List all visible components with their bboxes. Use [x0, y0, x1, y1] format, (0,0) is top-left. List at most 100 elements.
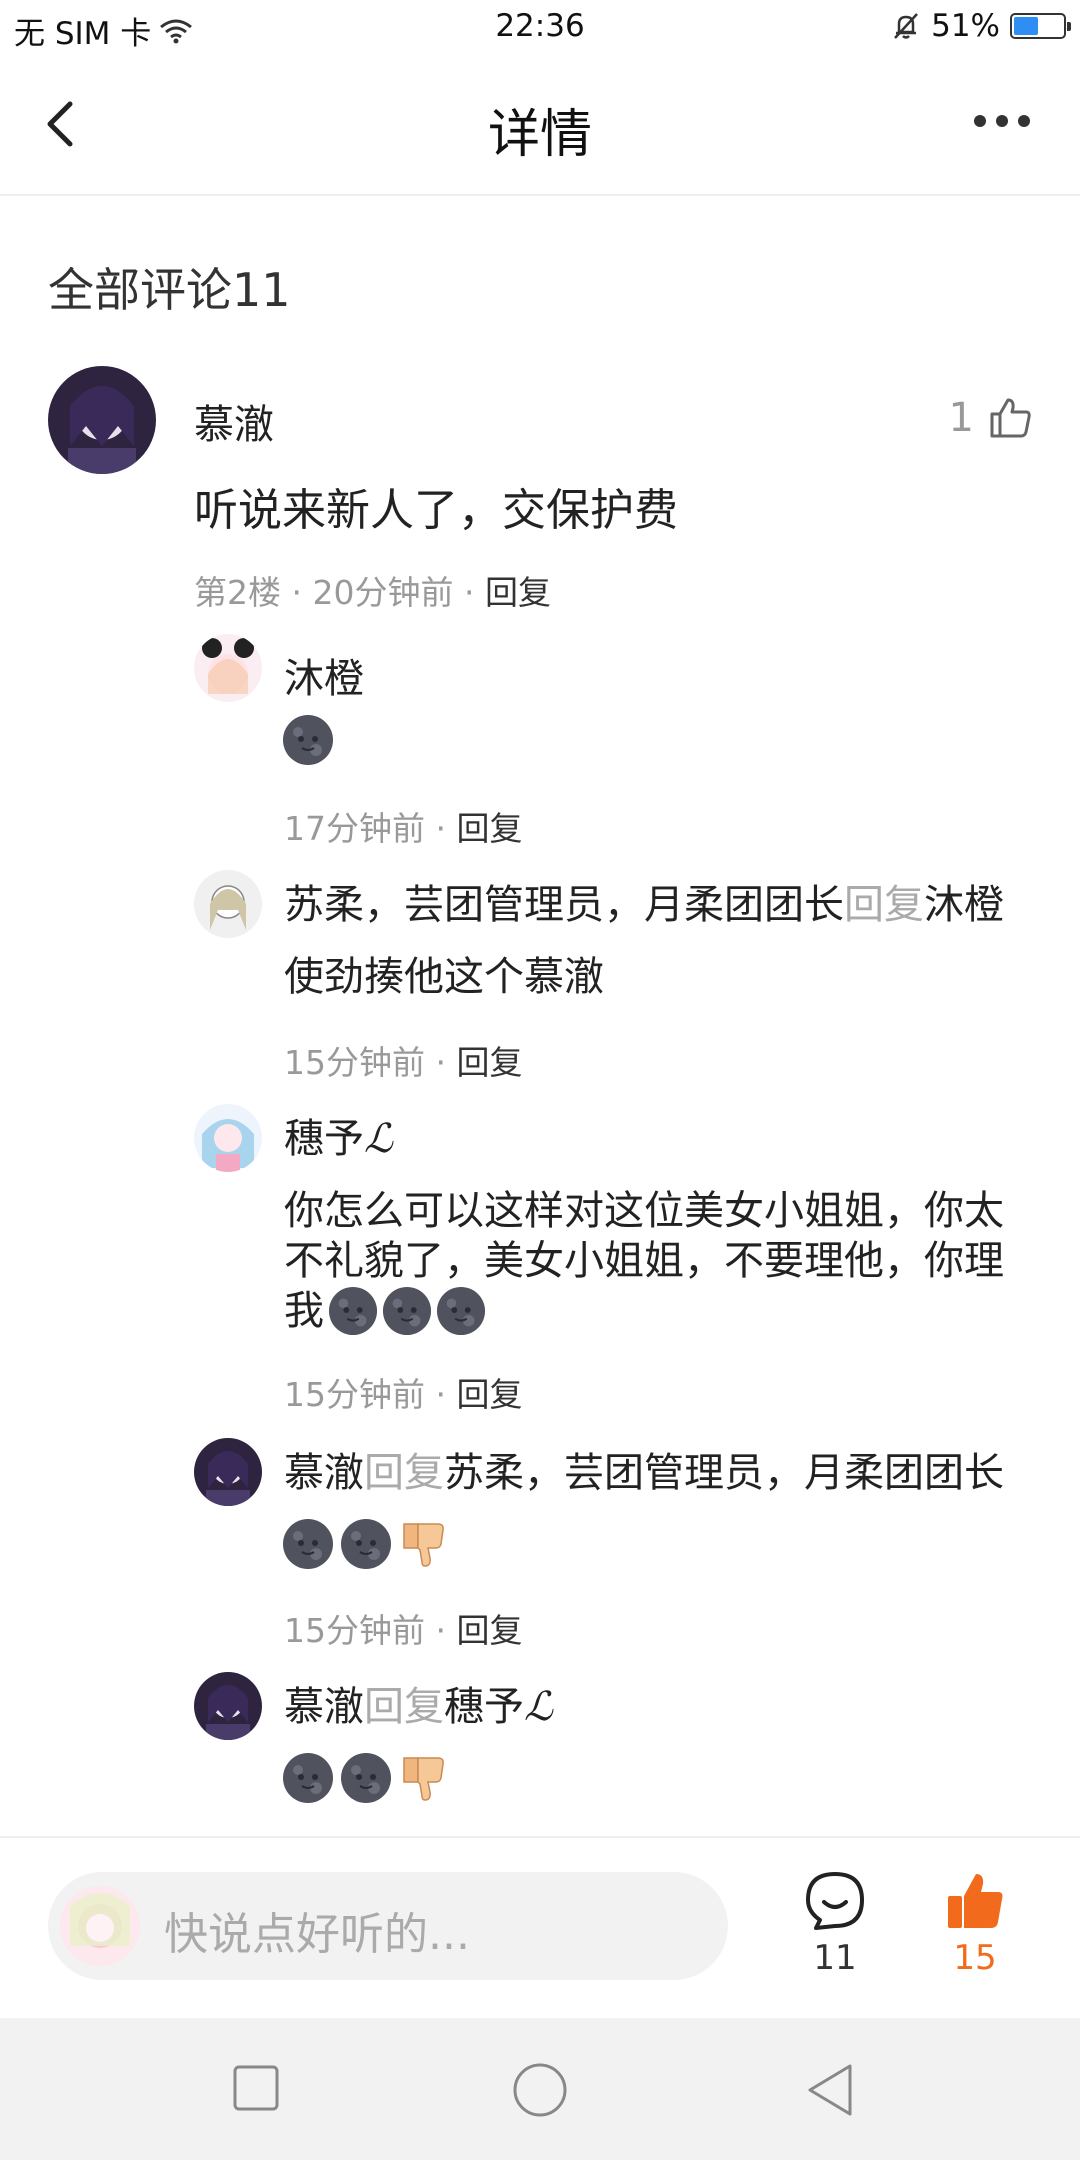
separator: · [435, 1043, 457, 1082]
avatar-image [194, 634, 262, 702]
input-placeholder: 快说点好听的... [164, 1909, 470, 1960]
thumb-up-icon[interactable] [986, 394, 1034, 442]
reply-target[interactable]: 穗予 [444, 1684, 524, 1730]
reply-username[interactable]: 慕澈 [284, 1684, 364, 1730]
moon-emoji [341, 1753, 391, 1803]
reply-text-line: 你怎么可以这样对这位美女小姐姐，你太 [284, 1188, 1004, 1234]
avatar-image [48, 366, 156, 474]
more-dot [974, 115, 986, 127]
battery-fill [1014, 17, 1039, 35]
reply-word: 回复 [364, 1450, 444, 1496]
comment-text: 听说来新人了，交保护费 [194, 485, 678, 536]
avatar[interactable] [48, 366, 156, 474]
home-icon[interactable] [512, 2062, 568, 2118]
reply-text-line: 我 [284, 1288, 324, 1334]
reply-time: 15分钟前 [284, 1375, 425, 1414]
thumb-down-emoji [403, 1523, 444, 1567]
reply-username[interactable]: 沐橙 [284, 646, 364, 704]
comment-floor: 第2楼 [194, 573, 281, 612]
reply-header: 慕澈回复苏柔，芸团管理员，月柔团团长 [284, 1448, 1080, 1498]
emoji-row [282, 1518, 450, 1570]
bottom-divider [0, 1836, 1080, 1838]
battery-icon [1010, 13, 1071, 39]
avatar-image [194, 1438, 262, 1506]
moon-emoji [283, 715, 333, 765]
reply-text-line: 不礼貌了，美女小姐姐，不要理他，你理 [284, 1238, 1004, 1284]
reply-meta: 15分钟前 · 回复 [284, 1368, 522, 1416]
reply-time: 15分钟前 [284, 1611, 425, 1650]
reply-time: 17分钟前 [284, 809, 425, 848]
like-count: 15 [953, 1938, 997, 1978]
reply-text: 使劲揍他这个慕澈 [284, 954, 604, 1000]
nav-bar: 详情 [0, 58, 1080, 196]
status-bar: 无 SIM 卡 22:36 51% [0, 0, 1080, 58]
reply-meta: 15分钟前 · 回复 [284, 1604, 522, 1652]
reply-username[interactable]: 苏柔，芸团管理员，月柔团团长 [284, 882, 844, 928]
comment-input[interactable]: 快说点好听的... [48, 1872, 728, 1980]
avatar-image [194, 870, 262, 938]
separator: · [463, 573, 485, 612]
reply-button[interactable]: 回复 [456, 809, 522, 848]
avatar[interactable] [194, 634, 262, 702]
comment-username[interactable]: 慕澈 [194, 392, 274, 450]
reply-word: 回复 [364, 1684, 444, 1730]
comment-count: 11 [813, 1938, 857, 1978]
battery-percent: 51% [931, 8, 1000, 44]
avatar[interactable] [194, 870, 262, 938]
separator: · [435, 1375, 457, 1414]
like-count: 1 [948, 395, 974, 441]
reply-word: 回复 [844, 882, 924, 928]
reply-button[interactable]: 回复 [485, 573, 551, 612]
separator: · [435, 809, 457, 848]
avatar[interactable] [194, 1438, 262, 1506]
reply-username[interactable]: 慕澈 [284, 1450, 364, 1496]
separator: · [291, 573, 313, 612]
comment-icon [806, 1872, 864, 1930]
more-icon[interactable] [974, 106, 1044, 136]
moon-emoji [283, 1753, 333, 1803]
reply-header: 苏柔，芸团管理员，月柔团团长回复沐橙 [284, 880, 1080, 930]
user-signature: ℒ [524, 1684, 553, 1730]
thumb-down-emoji [403, 1757, 444, 1801]
more-dot [1018, 115, 1030, 127]
avatar[interactable] [194, 1104, 262, 1172]
thumb-up-icon [948, 1874, 1003, 1928]
reply-target[interactable]: 苏柔，芸团管理员，月柔团团长 [444, 1450, 1004, 1496]
emoji-row [282, 1752, 450, 1804]
reply-header: 穗予ℒ [284, 1114, 1080, 1164]
moon-emoji [436, 1286, 486, 1336]
back-nav-icon[interactable] [804, 2062, 856, 2118]
recent-apps-icon[interactable] [232, 2064, 280, 2112]
page-title: 详情 [487, 105, 592, 165]
reply-time: 15分钟前 [284, 1043, 425, 1082]
moon-emoji [341, 1519, 391, 1569]
reply-meta: 17分钟前 · 回复 [284, 802, 522, 850]
reply-button[interactable]: 回复 [456, 1375, 522, 1414]
avatar[interactable] [194, 1672, 262, 1740]
system-nav-bar [0, 2018, 1080, 2160]
reply-button[interactable]: 回复 [456, 1043, 522, 1082]
more-dot [996, 115, 1008, 127]
emoji-row [282, 714, 334, 766]
reply-target[interactable]: 沐橙 [924, 882, 1004, 928]
reply-text: 你怎么可以这样对这位美女小姐姐，你太 不礼貌了，美女小姐姐，不要理他，你理 我 [284, 1186, 1080, 1336]
comment-like[interactable]: 1 [949, 394, 1034, 442]
moon-emoji [328, 1286, 378, 1336]
user-signature: ℒ [364, 1116, 393, 1162]
comment-button[interactable]: 11 [800, 1870, 870, 1978]
moon-emoji [283, 1519, 333, 1569]
reply-meta: 15分钟前 · 回复 [284, 1036, 522, 1084]
mute-bell-icon [894, 13, 919, 39]
reply-text-line-with-emoji: 我 [284, 1286, 1080, 1336]
my-avatar [60, 1886, 140, 1966]
status-right: 51% [891, 8, 1071, 44]
like-button[interactable]: 15 [940, 1870, 1010, 1978]
reply-button[interactable]: 回复 [456, 1611, 522, 1650]
separator: · [435, 1611, 457, 1650]
avatar-image [194, 1104, 262, 1172]
reply-header: 慕澈回复穗予ℒ [284, 1682, 1080, 1732]
comments-header: 全部评论11 [48, 263, 291, 317]
avatar-image [194, 1672, 262, 1740]
avatar-image [60, 1886, 140, 1966]
reply-username[interactable]: 穗予 [284, 1116, 364, 1162]
